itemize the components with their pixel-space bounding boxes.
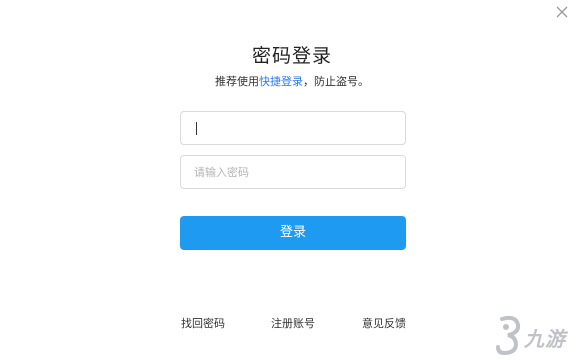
quick-login-link[interactable]: 快捷登录 [259, 75, 303, 88]
recover-password-link[interactable]: 找回密码 [181, 315, 225, 331]
watermark-text: 九游 [524, 327, 566, 351]
password-input[interactable] [181, 156, 405, 188]
close-icon [556, 6, 568, 18]
hint-prefix: 推荐使用 [215, 75, 259, 88]
password-field[interactable] [180, 155, 406, 189]
register-account-link[interactable]: 注册账号 [271, 315, 315, 331]
text-caret [196, 122, 197, 135]
account-field[interactable] [180, 111, 406, 145]
jiuyou-logo-icon [496, 315, 521, 356]
watermark-logo: 九游 [494, 313, 580, 357]
page-title: 密码登录 [251, 45, 332, 67]
login-dialog: 密码登录 推荐使用快捷登录，防止盗号。 登录 找回密码 注册账号 意见反馈 九游 [0, 0, 584, 360]
hint-suffix: ，防止盗号。 [303, 75, 369, 88]
login-hint: 推荐使用快捷登录，防止盗号。 [0, 73, 584, 89]
account-input[interactable] [181, 112, 405, 144]
close-button[interactable] [554, 4, 570, 20]
feedback-link[interactable]: 意见反馈 [362, 315, 406, 331]
login-button[interactable]: 登录 [180, 216, 406, 250]
